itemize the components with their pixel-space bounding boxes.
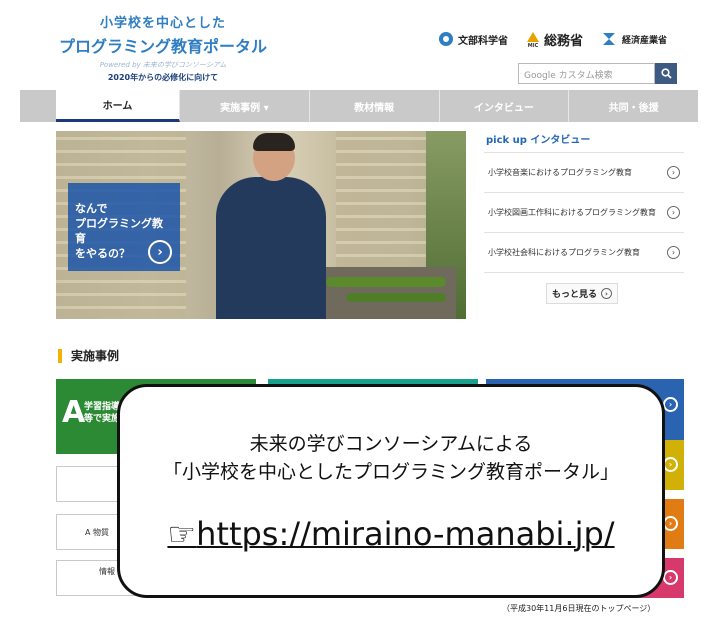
- nav-sponsors[interactable]: 共同・後援: [569, 90, 698, 122]
- mic-sublabel: MIC: [527, 42, 539, 49]
- list-item[interactable]: 小学校図画工作科におけるプログラミング教育 ›: [484, 193, 684, 233]
- chevron-right-icon: ›: [667, 166, 680, 179]
- chevron-right-circle-icon[interactable]: ›: [148, 240, 172, 264]
- pointing-hand-icon: ☞: [167, 515, 197, 553]
- pickup-item-label: 小学校音楽におけるプログラミング教育: [488, 168, 632, 177]
- hero-banner[interactable]: なんで プログラミング教育 をやるの？ ›: [56, 131, 466, 319]
- chevron-right-icon: ›: [667, 206, 680, 219]
- category-letter: A: [62, 395, 86, 430]
- search-input[interactable]: Google カスタム検索: [518, 63, 655, 84]
- logo-line1: 小学校を中心とした: [99, 16, 226, 31]
- nav-home[interactable]: ホーム: [56, 90, 180, 122]
- pickup-item-label: 小学校図画工作科におけるプログラミング教育: [488, 208, 656, 217]
- callout-line2: 「小学校を中心としたプログラミング教育ポータル」: [162, 461, 619, 483]
- chevron-right-circle-icon: ›: [663, 457, 678, 472]
- chevron-right-circle-icon: ›: [663, 397, 678, 412]
- pickup-item-label: 小学校社会科におけるプログラミング教育: [488, 248, 640, 257]
- site-logo[interactable]: 小学校を中心とした プログラミング教育ポータル Powered by 未来の学び…: [58, 12, 268, 83]
- section-title: 実施事例: [58, 349, 119, 363]
- chevron-right-circle-icon: ›: [663, 516, 678, 531]
- chevron-right-icon: ›: [601, 288, 612, 299]
- meti-label: 経済産業省: [622, 35, 668, 46]
- subcategory-label: A 物質: [85, 528, 110, 537]
- callout-url-row[interactable]: ☞https://miraino-manabi.jp/: [120, 515, 662, 553]
- logo-tagline: 2020年からの必修化に向けて: [107, 73, 219, 82]
- list-item[interactable]: 小学校社会科におけるプログラミング教育 ›: [484, 233, 684, 273]
- mext-logo[interactable]: 文部科学省: [438, 30, 508, 48]
- mic-label: 総務省: [544, 34, 584, 49]
- footnote: （平成30年11月6日現在のトップページ）: [502, 604, 656, 613]
- more-label: もっと見る: [551, 290, 597, 300]
- main-nav: ホーム 実施事例 ▾ 教材情報 インタビュー 共同・後援: [20, 90, 698, 122]
- more-button[interactable]: もっと見る ›: [546, 283, 618, 304]
- hero-photo-grass: [326, 277, 446, 287]
- site-search: Google カスタム検索: [518, 63, 677, 84]
- category-label: 学習指導 等で実施: [84, 402, 121, 424]
- hero-photo-person: [216, 177, 326, 319]
- mext-emblem-icon: [439, 32, 453, 46]
- meti-emblem-icon: [603, 33, 615, 45]
- nav-interviews[interactable]: インタビュー: [440, 90, 570, 122]
- hero-photo-hair: [253, 133, 295, 151]
- logo-powered-by: Powered by 未来の学びコンソーシアム: [99, 61, 227, 69]
- url-callout: 未来の学びコンソーシアムによる 「小学校を中心としたプログラミング教育ポータル」…: [117, 384, 665, 598]
- mext-label: 文部科学省: [458, 35, 508, 47]
- search-icon: [660, 68, 672, 79]
- mic-emblem-icon: [527, 31, 539, 42]
- hero-photo-grass: [346, 293, 446, 302]
- nav-cases[interactable]: 実施事例 ▾: [180, 90, 310, 122]
- logo-line2: プログラミング教育ポータル: [58, 37, 267, 56]
- callout-url[interactable]: https://miraino-manabi.jp/: [196, 515, 614, 553]
- list-item[interactable]: 小学校音楽におけるプログラミング教育 ›: [484, 153, 684, 193]
- nav-materials[interactable]: 教材情報: [310, 90, 440, 122]
- callout-line1: 未来の学びコンソーシアムによる: [249, 433, 533, 455]
- pickup-title: pick up インタビュー: [484, 131, 684, 153]
- mic-logo[interactable]: MIC 総務省: [526, 30, 583, 49]
- pickup-interviews: pick up インタビュー 小学校音楽におけるプログラミング教育 › 小学校図…: [484, 131, 684, 273]
- hero-caption-box[interactable]: なんで プログラミング教育 をやるの？ ›: [68, 183, 180, 271]
- search-button[interactable]: [655, 63, 677, 84]
- chevron-right-icon: ›: [667, 246, 680, 259]
- chevron-right-circle-icon: ›: [663, 570, 678, 585]
- subcategory-label: 情報: [99, 567, 115, 576]
- meti-logo[interactable]: 経済産業省: [600, 30, 667, 48]
